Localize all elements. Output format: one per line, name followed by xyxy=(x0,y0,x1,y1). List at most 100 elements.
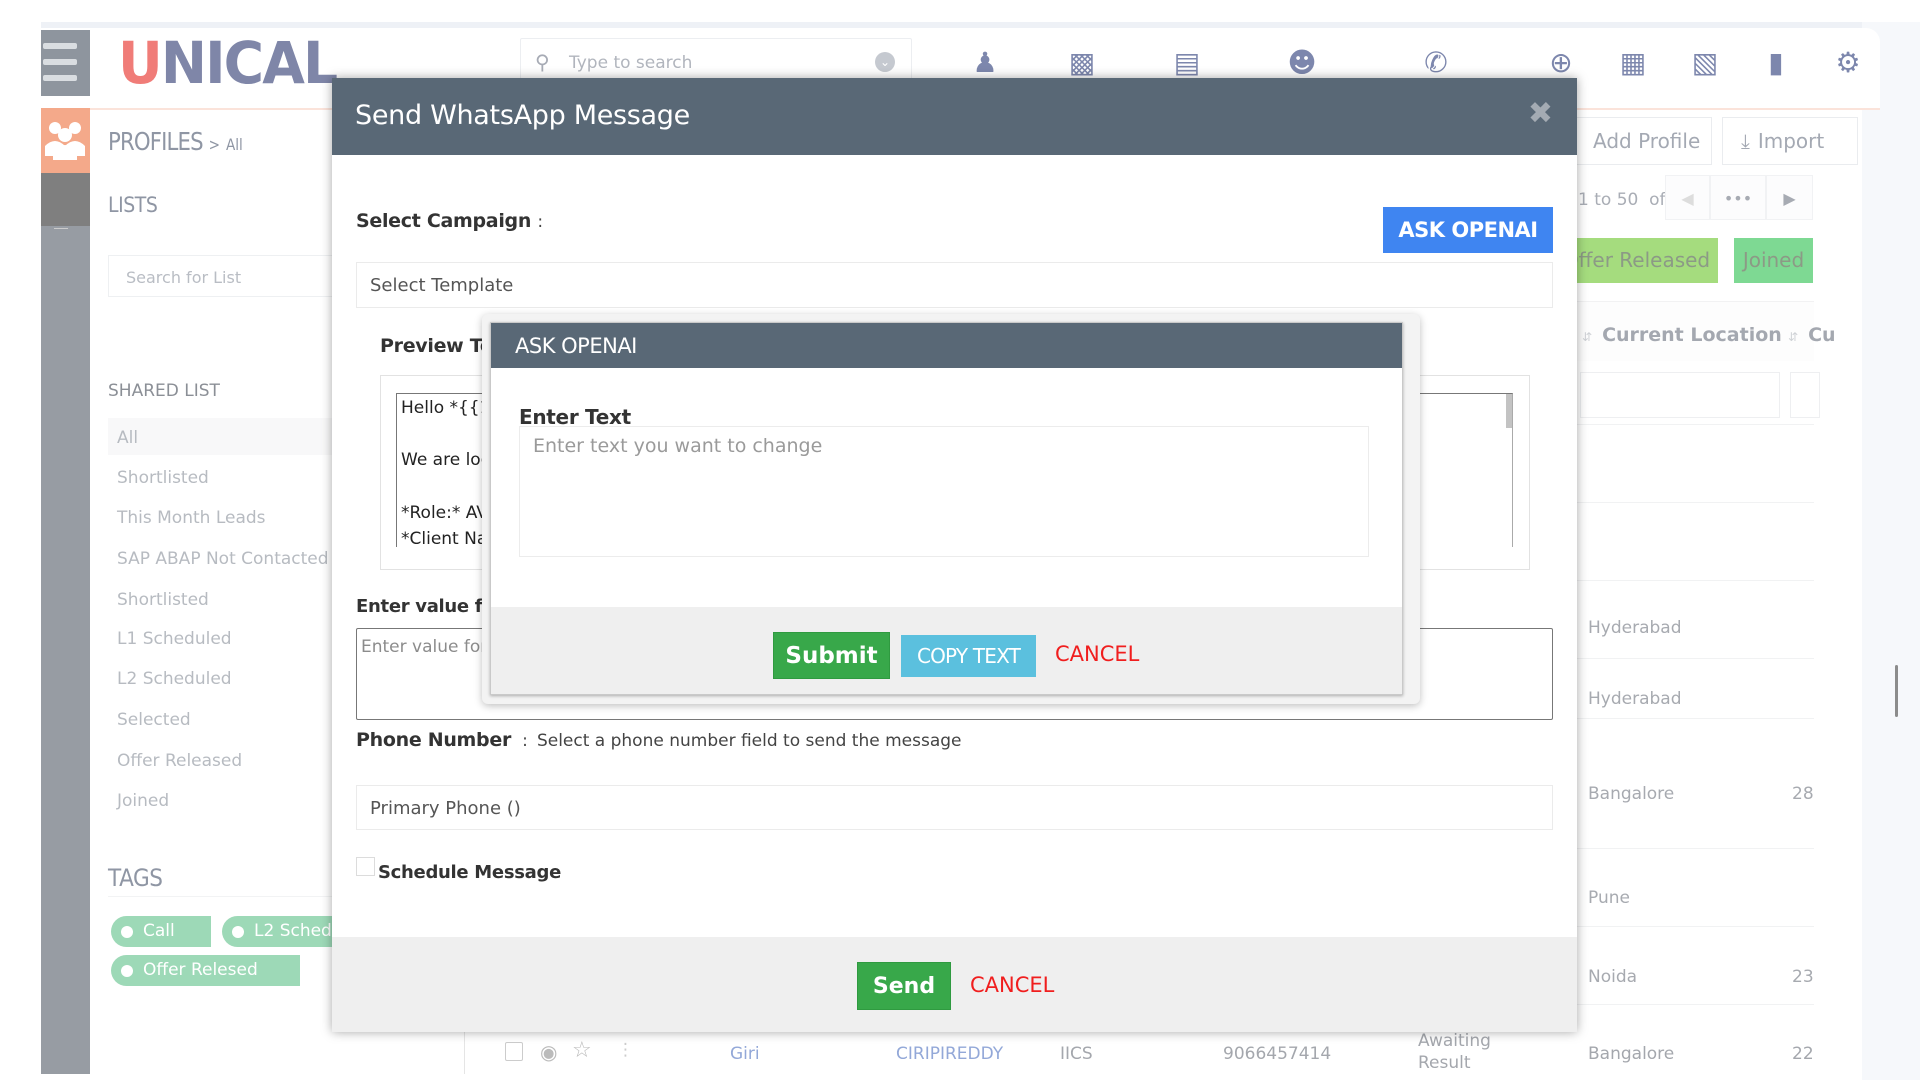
row-divider xyxy=(1552,848,1814,849)
phone-number-hint: Select a phone number field to send the … xyxy=(536,731,962,751)
list-item[interactable]: SAP ABAP Not Contacted xyxy=(108,539,340,576)
location-cell: Bangalore xyxy=(1588,1044,1675,1064)
menu-icon-bar xyxy=(43,59,77,65)
rail-section xyxy=(41,173,90,226)
ask-openai-button[interactable]: ASK OPENAI xyxy=(1383,207,1553,253)
tag-call[interactable]: Call xyxy=(111,916,211,947)
stage-joined[interactable]: Joined xyxy=(1734,238,1813,283)
send-button[interactable]: Send xyxy=(857,962,951,1010)
preview-scrollbar[interactable] xyxy=(1506,394,1512,428)
profiles-nav-button[interactable] xyxy=(41,108,90,173)
phone-cell: 9066457414 xyxy=(1223,1044,1332,1064)
users-group-icon xyxy=(45,122,85,160)
ask-openai-cancel-button[interactable]: CANCEL xyxy=(1055,642,1139,666)
location-filter-input[interactable] xyxy=(1580,372,1780,418)
right-gutter xyxy=(1862,22,1920,1080)
unical-logo[interactable]: UNICAL xyxy=(118,34,338,92)
first-name-link[interactable]: Giri xyxy=(730,1044,760,1064)
enter-value-label: Enter value for xyxy=(356,596,503,617)
modal-header: Send WhatsApp Message ✖ xyxy=(332,78,1577,155)
page-scrollbar[interactable] xyxy=(1895,665,1898,717)
row-divider xyxy=(1552,1004,1814,1005)
company-cell: IICS xyxy=(1060,1044,1093,1064)
phone-notification-icon[interactable]: ✆ xyxy=(1419,46,1453,80)
tag-offer-relesed[interactable]: Offer Relesed xyxy=(111,955,300,986)
table-cell-location: Hyderabad xyxy=(1588,689,1682,709)
copy-text-button[interactable]: COPY TEXT xyxy=(901,635,1036,677)
row-divider xyxy=(1552,502,1814,503)
breadcrumb: PROFILES > All xyxy=(108,127,243,156)
table-row[interactable]: ◉ ☆ ⋮ Giri CIRIPIREDDY IICS 9066457414 A… xyxy=(460,1030,1814,1074)
tag-l2-scheduled[interactable]: L2 Scheduled xyxy=(222,916,342,947)
search-placeholder: Type to search xyxy=(569,53,693,73)
table-cell-extra: 23 xyxy=(1792,967,1814,987)
cu-filter-input[interactable] xyxy=(1790,372,1820,418)
phone-number-row: Phone Number : Select a phone number fie… xyxy=(356,729,962,751)
status-cell: Awaiting Result xyxy=(1418,1031,1491,1073)
calendar-clock-icon[interactable]: ▦ xyxy=(1616,46,1650,80)
extra-cell: 22 xyxy=(1792,1044,1814,1064)
enter-text-textarea[interactable]: Enter text you want to change xyxy=(519,426,1369,557)
list-search-input[interactable]: Search for List xyxy=(108,255,338,297)
modal-footer: Send CANCEL xyxy=(332,937,1577,1032)
phone-number-select[interactable]: Primary Phone () xyxy=(356,785,1553,830)
list-item[interactable]: Shortlisted xyxy=(108,458,340,495)
column-current-location[interactable]: ⇵ Current Location xyxy=(1582,324,1782,346)
table-cell-location: Hyderabad xyxy=(1588,618,1682,638)
row-divider xyxy=(1552,718,1814,719)
search-icon: ⚲ xyxy=(535,50,550,74)
user-circle-icon[interactable]: ☻ xyxy=(1285,46,1319,80)
pager-next-button[interactable]: ▶ xyxy=(1766,175,1813,220)
team-icon[interactable]: ♟ xyxy=(968,46,1002,80)
report-search-icon[interactable]: ▤ xyxy=(1170,46,1204,80)
list-item[interactable]: This Month Leads xyxy=(108,498,340,535)
submit-button[interactable]: Submit xyxy=(773,632,890,679)
stage-offer-released[interactable]: Offer Released xyxy=(1555,238,1718,283)
hamburger-menu-button[interactable] xyxy=(41,30,90,96)
import-button[interactable]: ⤓ Import xyxy=(1722,117,1858,165)
row-checkbox[interactable] xyxy=(505,1042,523,1061)
list-item-all[interactable]: All xyxy=(108,418,340,455)
template-select[interactable]: Select Template xyxy=(356,262,1553,308)
dashboard-report-icon[interactable]: ▧ xyxy=(1688,46,1722,80)
breadcrumb-root[interactable]: PROFILES xyxy=(108,127,204,156)
schedule-message-label[interactable]: Schedule Message xyxy=(378,862,561,883)
contacts-book-icon[interactable]: ▩ xyxy=(1065,46,1099,80)
add-circle-icon[interactable]: ⊕ xyxy=(1544,46,1578,80)
ask-openai-header: ASK OPENAI xyxy=(491,323,1402,368)
list-item[interactable]: Joined xyxy=(108,781,340,818)
pager-prev-button[interactable]: ◀ xyxy=(1665,175,1710,220)
table-cell-location: Bangalore xyxy=(1588,784,1675,804)
list-item[interactable]: Selected xyxy=(108,700,340,737)
view-eye-icon[interactable]: ◉ xyxy=(540,1040,557,1064)
column-cu[interactable]: ⇵ Cu xyxy=(1788,324,1836,346)
pager-more-button[interactable]: ••• xyxy=(1710,175,1766,220)
breadcrumb-current: All xyxy=(225,135,243,154)
chevron-down-icon[interactable]: ⌄ xyxy=(875,52,895,72)
cancel-button[interactable]: CANCEL xyxy=(970,973,1054,997)
sort-icon: ⇵ xyxy=(1582,330,1593,344)
download-icon: ⤓ xyxy=(1741,129,1750,153)
ask-openai-modal: ASK OPENAI Enter Text Enter text you wan… xyxy=(482,314,1420,704)
clipboard-icon[interactable]: ▮ xyxy=(1759,46,1793,80)
sort-icon: ⇵ xyxy=(1788,330,1799,344)
list-item[interactable]: L1 Scheduled xyxy=(108,619,340,656)
row-divider xyxy=(1552,424,1814,425)
preview-template-label: Preview Te xyxy=(380,335,493,357)
ask-openai-dialog: ASK OPENAI Enter Text Enter text you wan… xyxy=(490,322,1403,695)
add-profile-button[interactable]: Add Profile xyxy=(1560,117,1712,165)
list-item[interactable]: Shortlisted xyxy=(108,580,340,617)
last-name-link[interactable]: CIRIPIREDDY xyxy=(896,1044,1003,1064)
schedule-message-checkbox[interactable] xyxy=(356,857,375,876)
list-item[interactable]: Offer Released xyxy=(108,741,340,778)
list-item[interactable]: L2 Scheduled xyxy=(108,659,340,696)
shared-list-heading: SHARED LIST xyxy=(108,381,220,401)
modal-title: Send WhatsApp Message xyxy=(355,100,690,131)
settings-gear-icon[interactable]: ⚙ xyxy=(1831,46,1865,80)
tags-heading: TAGS xyxy=(108,864,163,892)
menu-icon-bar xyxy=(43,75,77,81)
star-icon[interactable]: ☆ xyxy=(572,1038,592,1063)
more-vertical-icon[interactable]: ⋮ xyxy=(617,1040,634,1060)
row-divider xyxy=(1552,580,1814,581)
close-icon[interactable]: ✖ xyxy=(1528,96,1553,131)
